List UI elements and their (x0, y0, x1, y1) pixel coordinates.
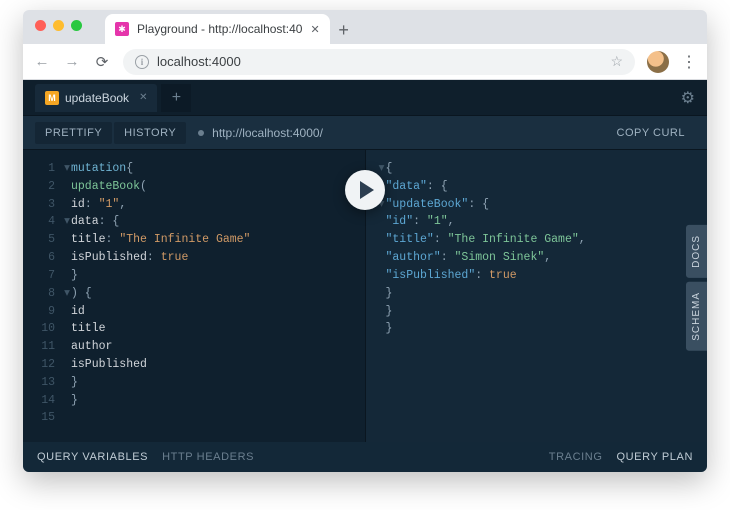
http-headers-tab[interactable]: HTTP HEADERS (162, 451, 254, 463)
query-plan-tab[interactable]: QUERY PLAN (616, 451, 693, 463)
playground-tab-label: updateBook (65, 91, 129, 105)
query-variables-tab[interactable]: QUERY VARIABLES (37, 451, 148, 463)
playground-toolbar: PRETTIFY HISTORY http://localhost:4000/ … (23, 116, 707, 150)
chrome-tab-strip: ✱ Playground - http://localhost:40 ✕ + (23, 10, 707, 44)
bookmark-star-icon[interactable]: ☆ (610, 53, 623, 70)
chrome-toolbar: ← → ⟳ i localhost:4000 ☆ ⋮ (23, 44, 707, 80)
playground-tab[interactable]: M updateBook ✕ (35, 84, 157, 112)
play-icon (360, 181, 374, 199)
tab-close-icon[interactable]: ✕ (310, 23, 319, 36)
forward-button[interactable]: → (63, 53, 81, 70)
address-bar[interactable]: i localhost:4000 ☆ (123, 49, 635, 75)
query-editor[interactable]: 1▾ mutation {2 updateBook(3 id: "1",4▾ d… (23, 150, 365, 442)
window-controls (35, 20, 82, 31)
chrome-menu-icon[interactable]: ⋮ (681, 52, 697, 72)
docs-tab[interactable]: DOCS (686, 225, 707, 278)
reload-button[interactable]: ⟳ (93, 53, 111, 71)
prettify-button[interactable]: PRETTIFY (35, 122, 112, 144)
close-icon[interactable] (35, 20, 46, 31)
tracing-tab[interactable]: TRACING (549, 451, 603, 463)
back-button[interactable]: ← (33, 53, 51, 70)
url-text: localhost:4000 (157, 54, 241, 69)
playground-tab-close-icon[interactable]: ✕ (139, 92, 147, 103)
site-info-icon[interactable]: i (135, 55, 149, 69)
endpoint-field[interactable]: http://localhost:4000/ (198, 126, 604, 140)
schema-tab[interactable]: SCHEMA (686, 282, 707, 351)
new-tab-button[interactable]: + (330, 16, 358, 44)
execute-button[interactable] (345, 170, 385, 210)
history-button[interactable]: HISTORY (114, 122, 186, 144)
side-tabs: DOCS SCHEMA (686, 225, 707, 351)
maximize-icon[interactable] (71, 20, 82, 31)
profile-avatar-icon[interactable] (647, 51, 669, 73)
copy-curl-button[interactable]: COPY CURL (607, 122, 695, 144)
response-viewer: ▾ { "data": {▾ "updateBook": { "id": "1"… (365, 150, 708, 442)
settings-gear-icon[interactable]: ⚙ (681, 88, 695, 108)
endpoint-url: http://localhost:4000/ (212, 126, 323, 140)
browser-tab[interactable]: ✱ Playground - http://localhost:40 ✕ (105, 14, 330, 44)
playground-footer: QUERY VARIABLES HTTP HEADERS TRACING QUE… (23, 442, 707, 472)
graphql-playground: M updateBook ✕ + ⚙ PRETTIFY HISTORY http… (23, 80, 707, 472)
playground-new-tab-button[interactable]: + (161, 84, 191, 112)
playground-tab-bar: M updateBook ✕ + ⚙ (23, 80, 707, 116)
browser-tab-title: Playground - http://localhost:40 (137, 22, 302, 36)
editor-panes: 1▾ mutation {2 updateBook(3 id: "1",4▾ d… (23, 150, 707, 442)
browser-window: ✱ Playground - http://localhost:40 ✕ + ←… (23, 10, 707, 472)
mutation-badge-icon: M (45, 91, 59, 105)
minimize-icon[interactable] (53, 20, 64, 31)
graphql-favicon-icon: ✱ (115, 22, 129, 36)
endpoint-status-icon (198, 130, 204, 136)
